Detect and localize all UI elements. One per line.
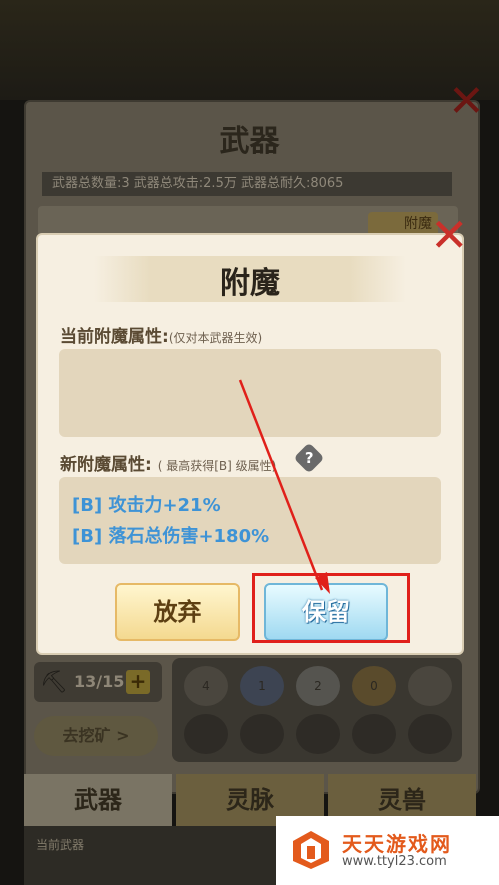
panel-close-icon[interactable]: ✕ xyxy=(448,80,485,124)
new-attr-2: [B] 落石总伤害+180% xyxy=(72,526,270,547)
ore-icon[interactable] xyxy=(408,714,452,754)
current-attr-label-text: 当前附魔属性: xyxy=(60,327,169,347)
ore-icon[interactable] xyxy=(296,714,340,754)
abandon-button[interactable]: 放弃 xyxy=(115,583,240,641)
ore-icon[interactable]: 1 xyxy=(240,666,284,706)
new-attr-1: [B] 攻击力+21% xyxy=(72,495,221,516)
dialog-title: 附魔 xyxy=(220,266,280,301)
ore-icon[interactable]: 0 xyxy=(352,666,396,706)
bottom-strip-text: 当前武器 xyxy=(36,838,85,852)
logo-icon xyxy=(293,831,329,869)
new-attr-label-text: 新附魔属性: xyxy=(60,455,152,475)
enchant-badge[interactable]: 附魔 xyxy=(368,212,438,236)
ore-icon[interactable] xyxy=(184,714,228,754)
close-icon[interactable]: ✕ xyxy=(430,212,469,258)
current-attr-label: 当前附魔属性:(仅对本武器生效) xyxy=(60,322,262,347)
weapon-stats: 武器总数量:3 武器总攻击:2.5万 武器总耐久:8065 xyxy=(42,172,452,196)
plus-icon[interactable]: + xyxy=(126,670,150,694)
pickaxe-icon: ⛏ xyxy=(40,670,68,695)
go-mine-button[interactable]: 去挖矿 > xyxy=(34,716,158,756)
top-bar xyxy=(0,0,499,100)
new-attr-note: ( 最高获得[B] 级属性) xyxy=(157,459,277,473)
ore-icon[interactable] xyxy=(240,714,284,754)
weapon-panel-title: 武器 xyxy=(219,124,280,159)
ore-icon[interactable]: 4 xyxy=(184,666,228,706)
ore-icon[interactable] xyxy=(352,714,396,754)
watermark-name: 天天游戏网 xyxy=(342,832,452,856)
tab-weapon[interactable]: 武器 xyxy=(24,774,172,826)
ore-icon[interactable]: 2 xyxy=(296,666,340,706)
ore-icon[interactable] xyxy=(408,666,452,706)
keep-highlight-box xyxy=(252,573,410,643)
watermark-url: www.ttyl23.com xyxy=(342,854,447,869)
ore-grid: 4 1 2 0 xyxy=(172,658,462,762)
current-attr-note: (仅对本武器生效) xyxy=(168,331,263,345)
new-attr-label: 新附魔属性: ( 最高获得[B] 级属性) xyxy=(60,450,276,475)
current-attr-box xyxy=(59,349,441,437)
